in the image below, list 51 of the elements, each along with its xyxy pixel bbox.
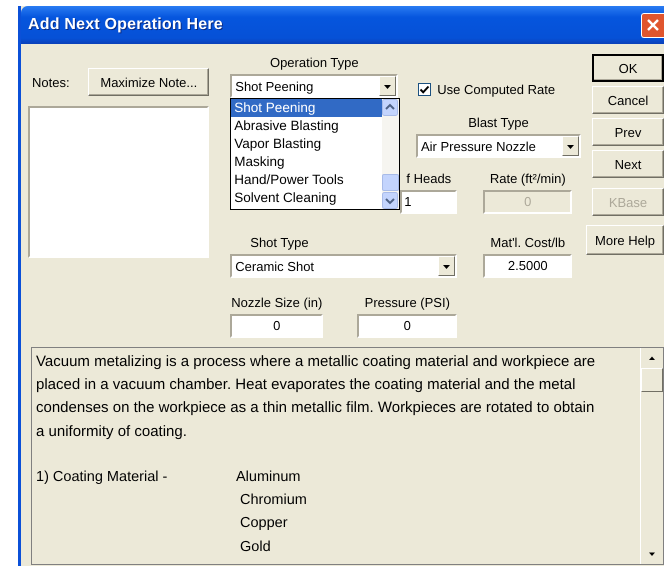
combo-value: Shot Peening xyxy=(234,78,314,94)
close-icon xyxy=(646,18,660,32)
list-option[interactable]: Abrasive Blasting xyxy=(231,117,382,135)
dropdown-arrow-button[interactable] xyxy=(379,76,396,96)
heads-field[interactable]: 1 xyxy=(400,190,458,214)
nozzle-size-field[interactable]: 0 xyxy=(230,314,324,338)
scroll-thumb[interactable] xyxy=(382,174,400,191)
operation-type-dropdown[interactable]: Shot Peening xyxy=(230,74,398,98)
list-scrollbar[interactable] xyxy=(382,99,400,209)
pressure-label: Pressure (PSI) xyxy=(364,295,451,312)
material-cost-field[interactable]: 2.5000 xyxy=(483,254,572,278)
list-option[interactable]: Vapor Blasting xyxy=(231,135,382,153)
coating-value: Copper xyxy=(240,514,289,534)
dialog-button[interactable]: Cancel xyxy=(592,86,664,114)
notes-field[interactable] xyxy=(28,106,210,258)
combo-value: Ceramic Shot xyxy=(234,258,314,274)
coating-label: 1) Coating Material - xyxy=(36,468,168,487)
list-option[interactable]: Hand/Power Tools xyxy=(231,171,382,189)
scroll-down-icon xyxy=(382,192,398,209)
use-computed-rate-checkbox[interactable]: Use Computed Rate xyxy=(418,82,556,97)
checkmark-icon xyxy=(419,84,430,95)
rate-label: Rate (ft²/min) xyxy=(488,171,567,188)
window-title: Add Next Operation Here xyxy=(28,16,223,34)
blast-type-label: Blast Type xyxy=(467,115,530,132)
pressure-field[interactable]: 0 xyxy=(357,314,458,338)
shot-type-dropdown[interactable]: Ceramic Shot xyxy=(230,254,458,278)
coating-value: Aluminum xyxy=(236,468,302,487)
blast-type-dropdown[interactable]: Air Pressure Nozzle xyxy=(416,134,581,158)
dialog-button[interactable]: Prev xyxy=(592,118,664,146)
close-button[interactable] xyxy=(641,12,664,38)
dialog-button[interactable]: OK xyxy=(592,54,664,82)
scroll-up-icon xyxy=(382,99,398,116)
material-cost-label: Mat'l. Cost/lb xyxy=(489,235,566,252)
operation-type-label: Operation Type xyxy=(268,55,360,72)
list-option[interactable]: Shot Peening xyxy=(231,99,382,117)
shot-type-label: Shot Type xyxy=(249,235,310,252)
nozzle-size-label: Nozzle Size (in) xyxy=(230,295,324,312)
coating-value: Chromium xyxy=(240,491,307,510)
coating-value: Gold xyxy=(240,538,272,557)
list-option[interactable]: Masking xyxy=(231,153,382,171)
dropdown-arrow-button[interactable] xyxy=(438,256,456,276)
list-option[interactable]: Solvent Cleaning xyxy=(231,189,382,207)
description-text: Vacuum metalizing is a process where a metallic coating material and workpiece are placed in a vacuum chamber. Heat evaporates the coating material and the metal condenses on the workpiece as a thin metallic film. Workpieces are rotated to obtain a uniformity of coating. xyxy=(36,352,596,442)
dialog-button[interactable]: Next xyxy=(592,150,664,178)
notes-label: Notes: xyxy=(32,74,70,90)
combo-value: Air Pressure Nozzle xyxy=(420,138,536,154)
dropdown-arrow-button[interactable] xyxy=(562,136,579,156)
heads-label: f Heads xyxy=(405,171,452,188)
more-help-button[interactable]: More Help xyxy=(586,225,664,255)
text-scrollbar[interactable] xyxy=(640,348,663,564)
maximize-note-button[interactable]: Maximize Note... xyxy=(88,68,210,96)
